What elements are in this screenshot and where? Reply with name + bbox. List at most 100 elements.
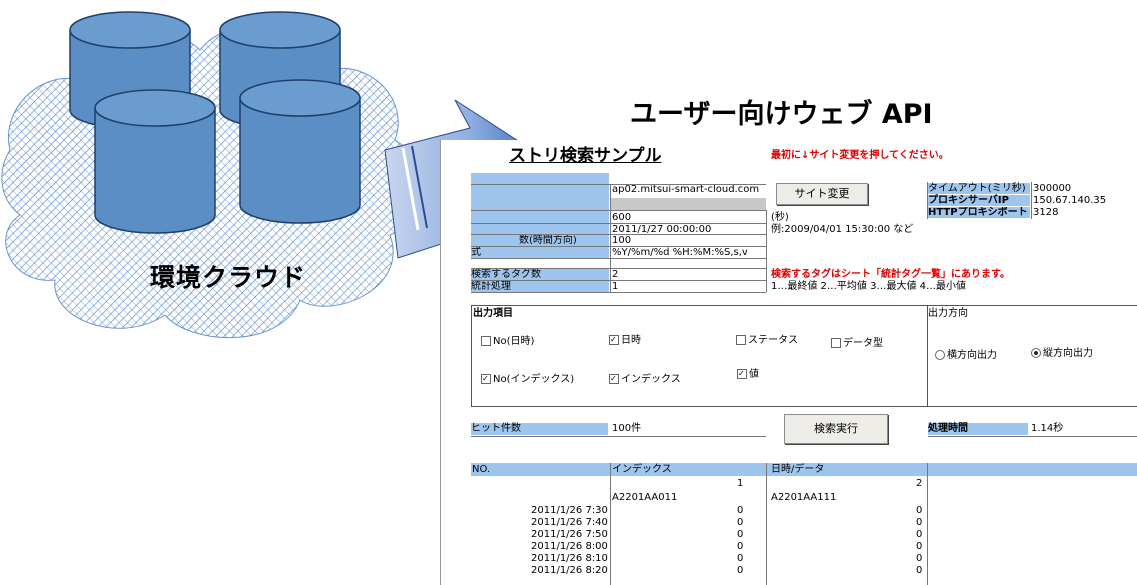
opt-index-label: インデックス: [621, 374, 681, 385]
gridline: [471, 268, 766, 269]
gridline: [471, 234, 766, 235]
radio-selected-icon[interactable]: [1031, 348, 1041, 358]
radio-horizontal-label: 横方向出力: [947, 350, 997, 361]
gridline: [610, 463, 611, 585]
idx-1: 1: [737, 478, 744, 489]
database-cylinder-1: [69, 11, 191, 129]
table-row-b: 0: [916, 505, 923, 516]
hits-label: ヒット件数: [471, 423, 608, 435]
output-items-label: 出力項目: [473, 308, 513, 319]
opt-value-label: 値: [749, 369, 759, 380]
gridline: [471, 436, 766, 437]
cloud-label: 環境クラウド: [150, 263, 307, 292]
radio-vertical-label: 縦方向出力: [1043, 348, 1093, 359]
opt-no-index-label: No(インデックス): [493, 374, 575, 385]
radio-vertical[interactable]: 縦方向出力: [1031, 348, 1093, 360]
table-row-a: 0: [737, 565, 744, 576]
api-title: ユーザー向けウェブ API: [630, 99, 933, 130]
table-row-time: 2011/1/26 8:10: [531, 553, 608, 564]
url-value: ap02.mitsui-smart-cloud.com: [612, 184, 760, 195]
gridline: [471, 258, 766, 259]
label-cell: [471, 173, 609, 235]
sheet-title: ストリ検索サンプル: [509, 146, 662, 166]
output-dir-label: 出力方向: [928, 308, 968, 319]
table-row-time: 2011/1/26 7:30: [531, 505, 608, 516]
radio-horizontal[interactable]: 横方向出力: [935, 350, 997, 362]
tag-1: A2201AA011: [612, 492, 678, 503]
gridline: [1031, 182, 1032, 219]
table-row-b: 0: [916, 565, 923, 576]
tag-notice: 検索するタグはシート「統計タグ一覧」にあります。: [771, 269, 1010, 280]
checkbox-icon[interactable]: [481, 336, 491, 346]
table-row-b: 0: [916, 553, 923, 564]
table-row-time: 2011/1/26 8:20: [531, 565, 608, 576]
opt-datetime-label: 日時: [621, 335, 641, 346]
table-row-time: 2011/1/26 7:50: [531, 529, 608, 540]
table-row-a: 0: [737, 553, 744, 564]
gray-cell: [611, 198, 766, 210]
col-datetime: 日時/データ: [771, 464, 825, 475]
gridline: [471, 246, 766, 247]
gridline: [928, 436, 1137, 437]
proxy-port-value: 3128: [1033, 207, 1059, 218]
idx-2: 2: [916, 478, 923, 489]
database-cylinder-2: [219, 11, 341, 129]
opt-datetime[interactable]: ✓ 日時: [609, 335, 641, 347]
gridline: [610, 184, 611, 292]
stat-label: 統計処理: [471, 281, 609, 292]
radio-icon[interactable]: [935, 350, 945, 360]
timeout-label: タイムアウト(ミリ秒): [928, 183, 1030, 194]
table-row-b: 0: [916, 529, 923, 540]
opt-index[interactable]: ✓ インデックス: [609, 374, 681, 386]
checkbox-icon[interactable]: [831, 338, 841, 348]
gridline: [471, 292, 766, 293]
checkbox-checked-icon[interactable]: ✓: [737, 369, 747, 379]
hits-value: 100件: [612, 423, 642, 434]
checkbox-icon[interactable]: [736, 335, 746, 345]
opt-status-label: ステータス: [748, 335, 798, 346]
database-cylinder-4: [239, 79, 361, 224]
tag-2: A2201AA111: [771, 492, 837, 503]
opt-status[interactable]: ステータス: [736, 335, 798, 347]
col-index: インデックス: [612, 464, 672, 475]
format-label: 式: [471, 247, 609, 258]
opt-value[interactable]: ✓ 値: [737, 369, 759, 381]
stat-help: 1…最終値 2…平均値 3…最大値 4…最小値: [771, 281, 966, 292]
gridline: [471, 223, 766, 224]
gridline: [471, 210, 766, 211]
proxy-port-label: HTTPプロキシポート: [928, 207, 1030, 218]
opt-datatype-label: データ型: [843, 338, 883, 349]
opt-no-datetime[interactable]: No(日時): [481, 336, 534, 348]
date-example: 例:2009/04/01 15:30:00 など: [771, 224, 914, 235]
table-row-time: 2011/1/26 8:00: [531, 541, 608, 552]
gridline: [766, 210, 767, 292]
time-label: 処理時間: [928, 423, 1028, 435]
timeout-value: 300000: [1033, 183, 1072, 194]
table-row-b: 0: [916, 517, 923, 528]
search-execute-button[interactable]: 検索実行: [784, 414, 888, 444]
table-row-a: 0: [737, 505, 744, 516]
proxy-ip-value: 150.67.140.35: [1033, 195, 1107, 206]
site-notice: 最初に↓サイト変更を押してください。: [771, 150, 949, 161]
opt-no-index[interactable]: ✓ No(インデックス): [481, 374, 574, 386]
checkbox-checked-icon[interactable]: ✓: [481, 374, 491, 384]
gridline: [927, 463, 928, 585]
table-row-a: 0: [737, 517, 744, 528]
proxy-ip-label: プロキシサーバIP: [928, 195, 1030, 206]
gridline: [471, 184, 766, 185]
database-cylinder-3: [94, 89, 216, 234]
time-value: 1.14秒: [1031, 423, 1064, 434]
gridline: [471, 280, 766, 281]
table-row-time: 2011/1/26 7:40: [531, 517, 608, 528]
count-label: 数(時間方向): [471, 235, 609, 246]
table-row-a: 0: [737, 541, 744, 552]
tag-count-label: 検索するタグ数: [471, 269, 609, 280]
checkbox-checked-icon[interactable]: ✓: [609, 374, 619, 384]
checkbox-checked-icon[interactable]: ✓: [609, 335, 619, 345]
site-change-button[interactable]: サイト変更: [776, 183, 868, 205]
col-no: NO.: [472, 464, 491, 475]
opt-datatype[interactable]: データ型: [831, 338, 883, 350]
table-row-a: 0: [737, 529, 744, 540]
gridline: [766, 463, 767, 585]
gridline: [927, 182, 928, 219]
